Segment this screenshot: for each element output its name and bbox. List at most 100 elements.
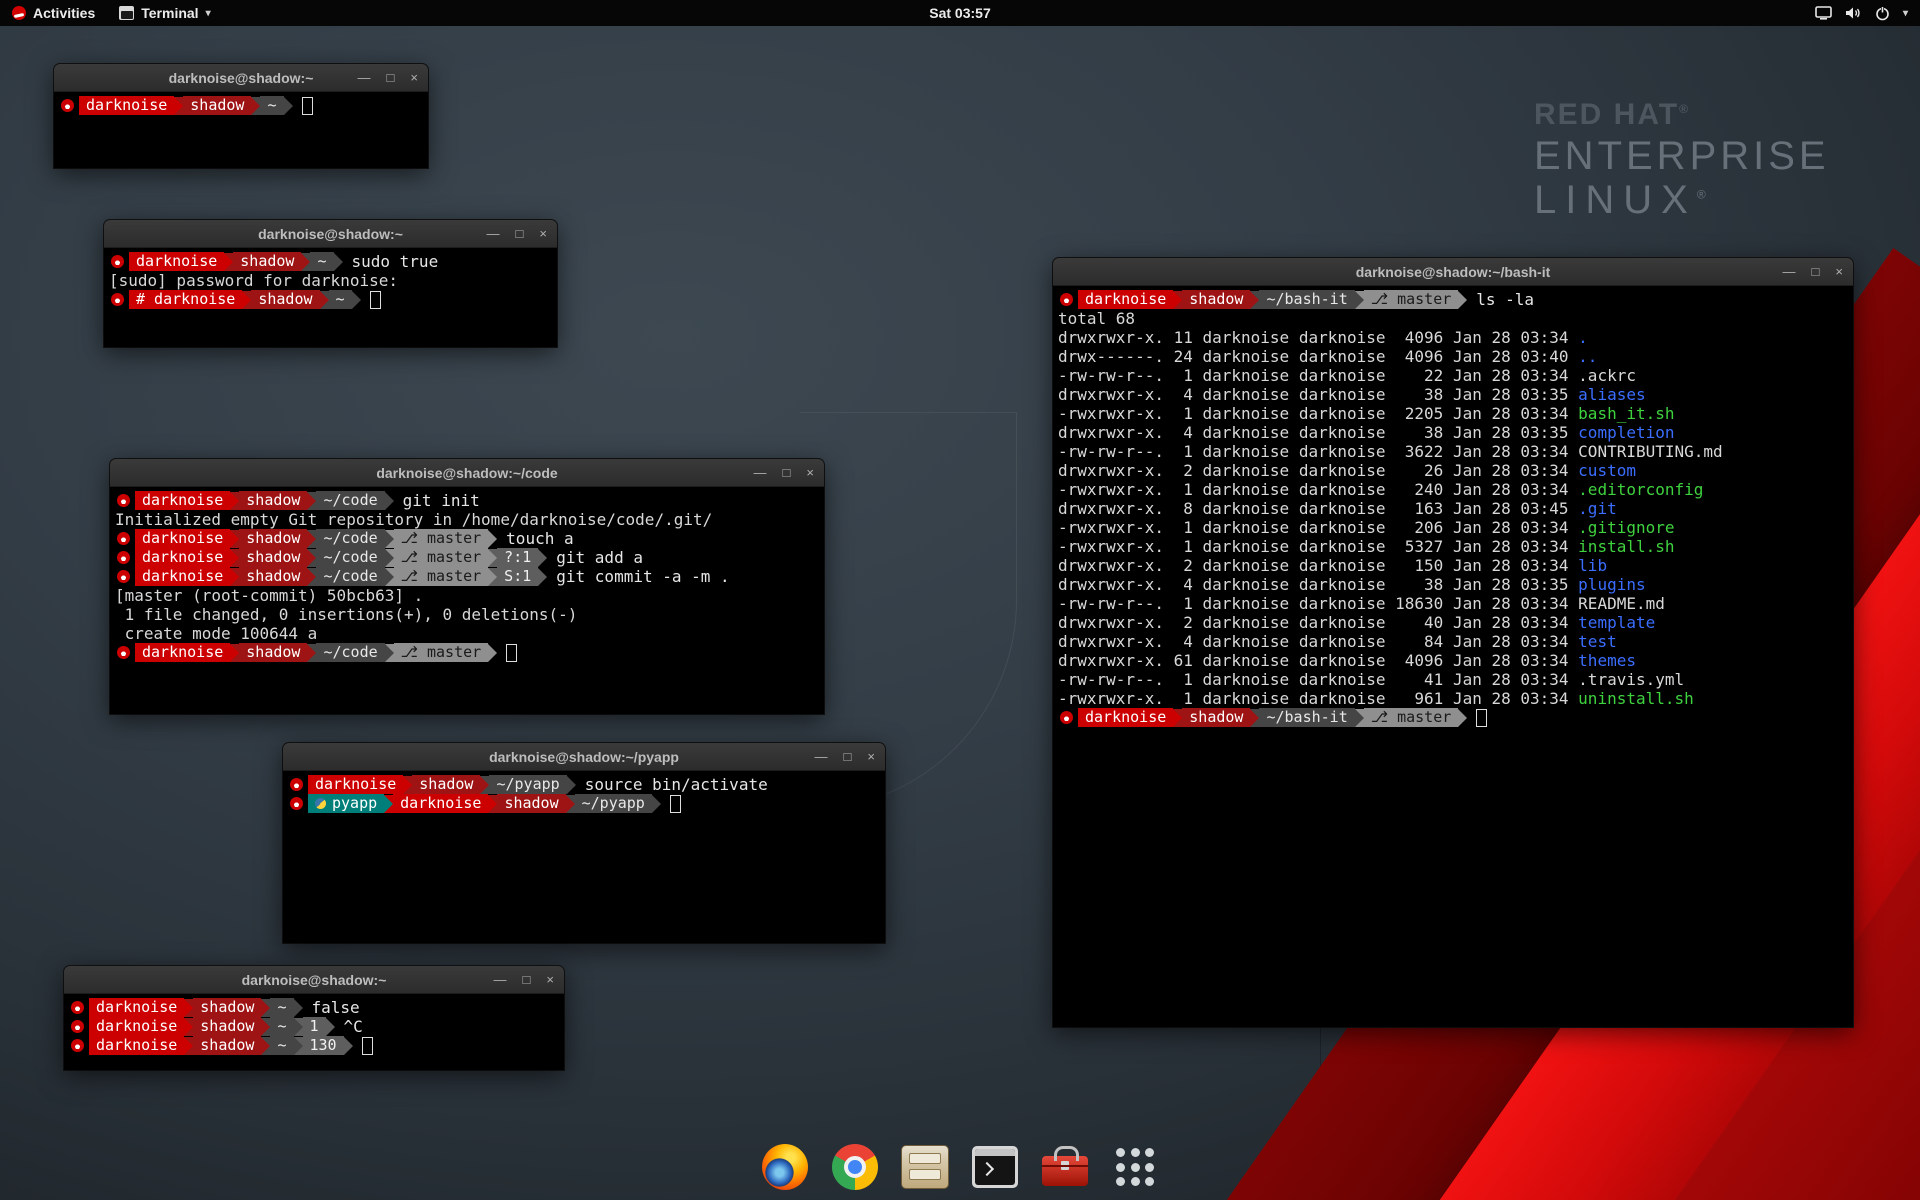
minimize-button[interactable]: —: [815, 749, 828, 764]
powerline-separator: [326, 1018, 335, 1036]
dock-item-terminal[interactable]: [970, 1142, 1020, 1192]
powerline-separator: [184, 1018, 193, 1036]
minimize-button[interactable]: —: [754, 465, 767, 480]
minimize-button[interactable]: —: [494, 972, 507, 987]
terminal-line: drwxrwxr-x. 4 darknoise darknoise 84 Jan…: [1058, 632, 1853, 651]
prompt-segment-host: shadow: [239, 529, 307, 548]
rhel-wordmark-redhat: RED HAT®: [1534, 100, 1830, 130]
file-name: .editorconfig: [1578, 480, 1703, 499]
prompt-segment-user: darknoise: [79, 96, 174, 115]
terminal-line: darknoiseshadow~/code⎇ mastertouch a: [115, 529, 824, 548]
maximize-button[interactable]: □: [523, 972, 531, 987]
clock[interactable]: Sat 03:57: [929, 5, 990, 21]
output-text: -rwxrwxr-x. 1 darknoise darknoise 206 Ja…: [1058, 518, 1578, 537]
window-titlebar[interactable]: darknoise@shadow:~ — □ ×: [64, 966, 564, 994]
maximize-button[interactable]: □: [516, 226, 524, 241]
terminal-line: darknoiseshadow~/pyappsource bin/activat…: [288, 775, 885, 794]
close-button[interactable]: ×: [546, 972, 554, 987]
dock-item-toolbox[interactable]: [1040, 1142, 1090, 1192]
prompt-segment-host: shadow: [193, 1036, 261, 1055]
dock-item-file-manager[interactable]: [900, 1142, 950, 1192]
command-text: git commit -a -m .: [556, 567, 729, 586]
powerline-separator: [261, 999, 270, 1017]
powerline-separator: [352, 291, 361, 309]
prompt-segment-host: shadow: [193, 1017, 261, 1036]
dock-item-chrome[interactable]: [830, 1142, 880, 1192]
maximize-button[interactable]: □: [387, 70, 395, 85]
minimize-button[interactable]: —: [358, 70, 371, 85]
minimize-button[interactable]: —: [1783, 264, 1796, 279]
redhat-prompt-icon: [117, 532, 130, 545]
close-button[interactable]: ×: [1835, 264, 1843, 279]
terminal-line: drwxrwxr-x. 2 darknoise darknoise 150 Ja…: [1058, 556, 1853, 575]
powerline-separator: [403, 776, 412, 794]
terminal-window-code[interactable]: darknoise@shadow:~/code — □ × darknoises…: [110, 459, 824, 714]
output-text: drwxrwxr-x. 61 darknoise darknoise 4096 …: [1058, 651, 1578, 670]
window-titlebar[interactable]: darknoise@shadow:~ — □ ×: [54, 64, 428, 92]
app-menu-terminal[interactable]: Terminal ▾: [107, 0, 222, 26]
powerline-separator: [230, 568, 239, 586]
dock-item-app-grid[interactable]: [1110, 1142, 1160, 1192]
window-titlebar[interactable]: darknoise@shadow:~ — □ ×: [104, 220, 557, 248]
powerline-separator: [261, 1018, 270, 1036]
prompt-segment-host: shadow: [239, 567, 307, 586]
activities-button[interactable]: Activities: [0, 0, 107, 26]
output-text: Initialized empty Git repository in /hom…: [115, 510, 712, 529]
prompt-segment-gitstat: S:1: [497, 567, 538, 586]
prompt-segment-user: darknoise: [1078, 290, 1173, 309]
powerline-separator: [307, 568, 316, 586]
powerline-separator: [1173, 291, 1182, 309]
rhel-wordmark-enterprise: ENTERPRISE: [1534, 136, 1830, 176]
grid-dot: [1131, 1177, 1140, 1186]
prompt-segment-user: darknoise: [135, 567, 230, 586]
system-tray[interactable]: ▾: [1809, 0, 1914, 26]
prompt-segment-path: ~/code: [316, 529, 384, 548]
close-button[interactable]: ×: [867, 749, 875, 764]
output-text: drwx------. 24 darknoise darknoise 4096 …: [1058, 347, 1578, 366]
output-text: drwxrwxr-x. 4 darknoise darknoise 84 Jan…: [1058, 632, 1578, 651]
redhat-prompt-icon: [1060, 293, 1073, 306]
output-text: total 68: [1058, 309, 1135, 328]
window-title: darknoise@shadow:~: [169, 70, 314, 86]
maximize-button[interactable]: □: [783, 465, 791, 480]
powerline-separator: [284, 97, 293, 115]
redhat-prompt-icon: [117, 570, 130, 583]
powerline-separator: [1250, 291, 1259, 309]
redhat-prompt-icon: [61, 99, 74, 112]
close-button[interactable]: ×: [806, 465, 814, 480]
terminal-window-home-1[interactable]: darknoise@shadow:~ — □ × darknoiseshadow…: [54, 64, 428, 168]
terminal-content[interactable]: darknoiseshadow~: [54, 92, 428, 168]
powerline-separator: [567, 776, 576, 794]
maximize-button[interactable]: □: [1812, 264, 1820, 279]
terminal-content[interactable]: darknoiseshadow~/codegit initInitialized…: [110, 487, 824, 714]
terminal-content[interactable]: darknoiseshadow~falsedarknoiseshadow~1^C…: [64, 994, 564, 1070]
maximize-button[interactable]: □: [844, 749, 852, 764]
output-text: drwxrwxr-x. 2 darknoise darknoise 26 Jan…: [1058, 461, 1578, 480]
file-name: .ackrc: [1578, 366, 1636, 385]
terminal-window-home-2[interactable]: darknoise@shadow:~ — □ × darknoiseshadow…: [64, 966, 564, 1070]
command-text: sudo true: [352, 252, 439, 271]
powerline-separator: [566, 795, 575, 813]
close-button[interactable]: ×: [539, 226, 547, 241]
window-titlebar[interactable]: darknoise@shadow:~/bash-it — □ ×: [1053, 258, 1853, 286]
window-titlebar[interactable]: darknoise@shadow:~/code — □ ×: [110, 459, 824, 487]
powerline-separator: [294, 1018, 303, 1036]
terminal-window-bash-it[interactable]: darknoise@shadow:~/bash-it — □ × darknoi…: [1053, 258, 1853, 1027]
powerline-separator: [385, 530, 394, 548]
grid-dot: [1116, 1148, 1125, 1157]
terminal-content[interactable]: darknoiseshadow~/pyappsource bin/activat…: [283, 771, 885, 943]
powerline-separator: [301, 253, 310, 271]
file-name: plugins: [1578, 575, 1645, 594]
terminal-content[interactable]: darknoiseshadow~sudo true[sudo] password…: [104, 248, 557, 347]
rhel-redhat-text: RED HAT: [1534, 98, 1679, 131]
terminal-window-sudo[interactable]: darknoise@shadow:~ — □ × darknoiseshadow…: [104, 220, 557, 347]
close-button[interactable]: ×: [410, 70, 418, 85]
terminal-line: darknoiseshadow~/code⎇ master: [115, 643, 824, 662]
terminal-window-pyapp[interactable]: darknoise@shadow:~/pyapp — □ × darknoise…: [283, 743, 885, 943]
dock-item-firefox[interactable]: [760, 1142, 810, 1192]
minimize-button[interactable]: —: [487, 226, 500, 241]
powerline-separator: [230, 492, 239, 510]
prompt-segment-path: ~/code: [316, 567, 384, 586]
window-titlebar[interactable]: darknoise@shadow:~/pyapp — □ ×: [283, 743, 885, 771]
terminal-content[interactable]: darknoiseshadow~/bash-it⎇ masterls -lato…: [1053, 286, 1853, 1027]
